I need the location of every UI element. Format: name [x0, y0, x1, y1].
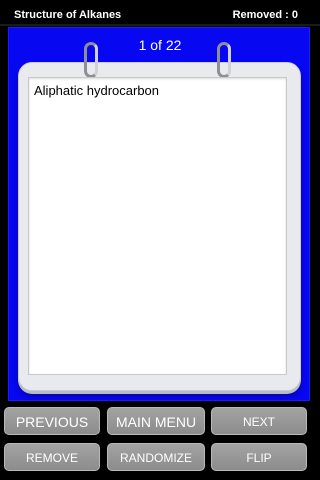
removed-counter: Removed : 0 [232, 9, 298, 21]
main-menu-button[interactable]: MAIN MENU [107, 407, 205, 435]
divider [0, 24, 320, 26]
previous-button[interactable]: PREVIOUS [4, 407, 100, 435]
remove-button[interactable]: REMOVE [4, 443, 100, 471]
randomize-button[interactable]: RANDOMIZE [107, 443, 205, 471]
binder-ring-right-icon [217, 42, 231, 78]
top-bar: Structure of Alkanes Removed : 0 [0, 0, 320, 26]
card-counter: 1 of 22 [138, 37, 182, 53]
deck-title: Structure of Alkanes [14, 9, 122, 21]
flashcard-page[interactable]: Aliphatic hydrocarbon [28, 77, 287, 375]
card-text: Aliphatic hydrocarbon [34, 83, 160, 98]
next-button[interactable]: NEXT [211, 407, 307, 435]
binder-ring-left-icon [84, 42, 98, 78]
flip-button[interactable]: FLIP [211, 443, 307, 471]
